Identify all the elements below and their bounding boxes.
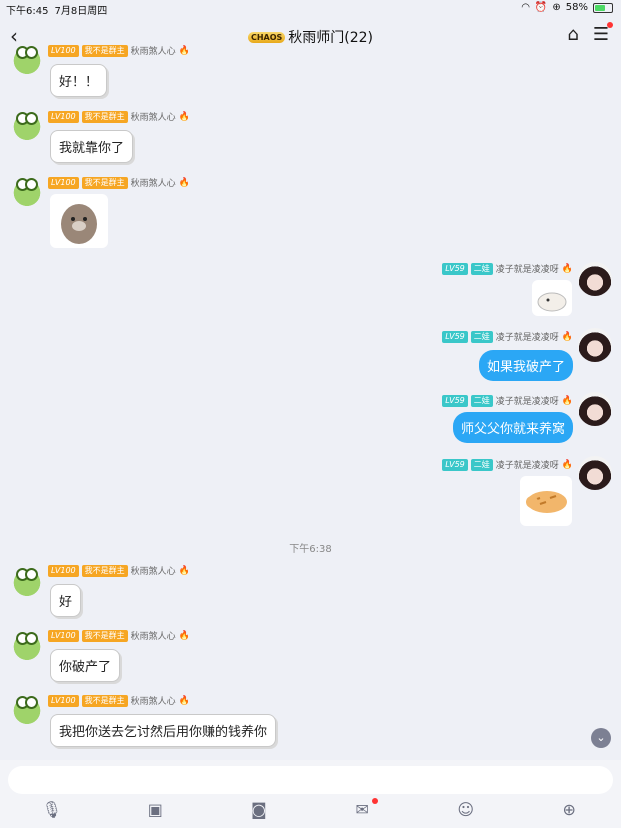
alarm-icon: ⏰: [534, 2, 548, 13]
redpacket-icon[interactable]: ✉: [350, 798, 379, 819]
level-badge: LV100: [48, 564, 79, 577]
fire-icon: 🔥: [561, 395, 573, 406]
status-time: 下午6:45: [6, 6, 49, 17]
avatar[interactable]: [10, 692, 44, 726]
fire-icon: 🔥: [178, 177, 190, 188]
menu-icon[interactable]: ☰: [593, 22, 613, 45]
group-badge: CHAOS: [247, 32, 286, 43]
title-badge: 二娃: [470, 458, 493, 471]
sender-name: 凌子就是凌凌呀: [495, 397, 559, 407]
message-bubble[interactable]: 我就靠你了: [50, 130, 134, 163]
mic-icon[interactable]: 🎙: [40, 800, 64, 819]
sender-name: 秋雨煞人心: [130, 697, 176, 707]
sender-meta: LV59 二娃 凌子就是凌凌呀 🔥: [442, 458, 573, 471]
fire-icon: 🔥: [561, 459, 573, 470]
scroll-down-icon[interactable]: ⌄: [591, 728, 611, 748]
wifi-icon: ◠: [521, 2, 530, 13]
fire-icon: 🔥: [178, 630, 190, 641]
fire-icon: 🔥: [178, 565, 190, 576]
avatar[interactable]: [578, 456, 612, 490]
lock-rotation-icon: ⊕: [552, 2, 561, 13]
level-badge: LV59: [442, 458, 468, 471]
message-bubble[interactable]: 我把你送去乞讨然后用你赚的钱养你: [50, 714, 277, 747]
input-area: 🎙 ▣ ◙ ✉ ☺ ⊕: [0, 760, 621, 828]
title-badge: 我不是群主: [81, 564, 128, 577]
avatar[interactable]: [10, 42, 44, 76]
message-bubble[interactable]: 如果我破产了: [478, 350, 573, 381]
avatar[interactable]: [578, 328, 612, 362]
sender-meta: LV59 二娃 凌子就是凌凌呀 🔥: [442, 330, 573, 343]
sender-name: 凌子就是凌凌呀: [495, 333, 559, 343]
sender-meta: LV100 我不是群主 秋雨煞人心 🔥: [48, 564, 190, 577]
avatar[interactable]: [10, 108, 44, 142]
sticker-cat[interactable]: [532, 280, 572, 316]
notification-dot: [607, 22, 613, 28]
title-badge: 我不是群主: [81, 629, 128, 642]
sender-meta: LV100 我不是群主 秋雨煞人心 🔥: [48, 176, 190, 189]
sender-meta: LV100 我不是群主 秋雨煞人心 🔥: [48, 110, 190, 123]
sender-meta: LV59 二娃 凌子就是凌凌呀 🔥: [442, 262, 573, 275]
battery-icon: [593, 2, 613, 13]
avatar[interactable]: [10, 174, 44, 208]
avatar[interactable]: [578, 392, 612, 426]
emoji-icon[interactable]: ☺: [454, 800, 478, 819]
group-name: 秋雨师门(22): [288, 30, 374, 46]
notification-dot: [372, 798, 379, 804]
level-badge: LV100: [48, 629, 79, 642]
message-input[interactable]: [8, 766, 613, 794]
sender-meta: LV100 我不是群主 秋雨煞人心 🔥: [48, 694, 190, 707]
sender-name: 秋雨煞人心: [130, 47, 176, 57]
battery-percent: 58%: [565, 2, 588, 13]
fire-icon: 🔥: [178, 45, 190, 56]
level-badge: LV100: [48, 44, 79, 57]
title-badge: 二娃: [470, 330, 493, 343]
title-badge: 我不是群主: [81, 176, 128, 189]
title-badge: 二娃: [470, 262, 493, 275]
avatar[interactable]: [10, 564, 44, 598]
level-badge: LV59: [442, 262, 468, 275]
level-badge: LV100: [48, 176, 79, 189]
title-badge: 我不是群主: [81, 110, 128, 123]
avatar[interactable]: [578, 262, 612, 296]
sender-name: 凌子就是凌凌呀: [495, 461, 559, 471]
status-bar: 下午6:45 7月8日周四 ◠ ⏰ ⊕ 58%: [0, 0, 621, 17]
sticker-orange-cat[interactable]: [520, 476, 572, 526]
message-bubble[interactable]: 好: [50, 584, 82, 617]
sender-name: 凌子就是凌凌呀: [495, 265, 559, 275]
message-bubble[interactable]: 师父父你就来养窝: [452, 412, 573, 443]
sender-meta: LV100 我不是群主 秋雨煞人心 🔥: [48, 629, 190, 642]
plus-icon[interactable]: ⊕: [557, 800, 581, 819]
fire-icon: 🔥: [561, 263, 573, 274]
sender-name: 秋雨煞人心: [130, 632, 176, 642]
title-badge: 我不是群主: [81, 44, 128, 57]
title-badge: 我不是群主: [81, 694, 128, 707]
level-badge: LV59: [442, 394, 468, 407]
camera-icon[interactable]: ◙: [247, 800, 271, 819]
fire-icon: 🔥: [178, 111, 190, 122]
message-bubble[interactable]: 好！！: [50, 64, 108, 97]
fire-icon: 🔥: [178, 695, 190, 706]
level-badge: LV59: [442, 330, 468, 343]
message-bubble[interactable]: 你破产了: [50, 649, 121, 682]
sender-name: 秋雨煞人心: [130, 567, 176, 577]
sender-name: 秋雨煞人心: [130, 179, 176, 189]
sender-meta: LV59 二娃 凌子就是凌凌呀 🔥: [442, 394, 573, 407]
level-badge: LV100: [48, 110, 79, 123]
title-badge: 二娃: [470, 394, 493, 407]
toolbar: 🎙 ▣ ◙ ✉ ☺ ⊕: [0, 798, 621, 819]
fire-icon: 🔥: [561, 331, 573, 342]
level-badge: LV100: [48, 694, 79, 707]
sender-meta: LV100 我不是群主 秋雨煞人心 🔥: [48, 44, 190, 57]
sender-name: 秋雨煞人心: [130, 113, 176, 123]
sticker-otter[interactable]: [50, 194, 108, 248]
avatar[interactable]: [10, 628, 44, 662]
timestamp: 下午6:38: [289, 544, 332, 555]
image-icon[interactable]: ▣: [143, 800, 167, 819]
tag-icon[interactable]: ⌂: [567, 24, 578, 45]
status-date: 7月8日周四: [54, 6, 108, 17]
